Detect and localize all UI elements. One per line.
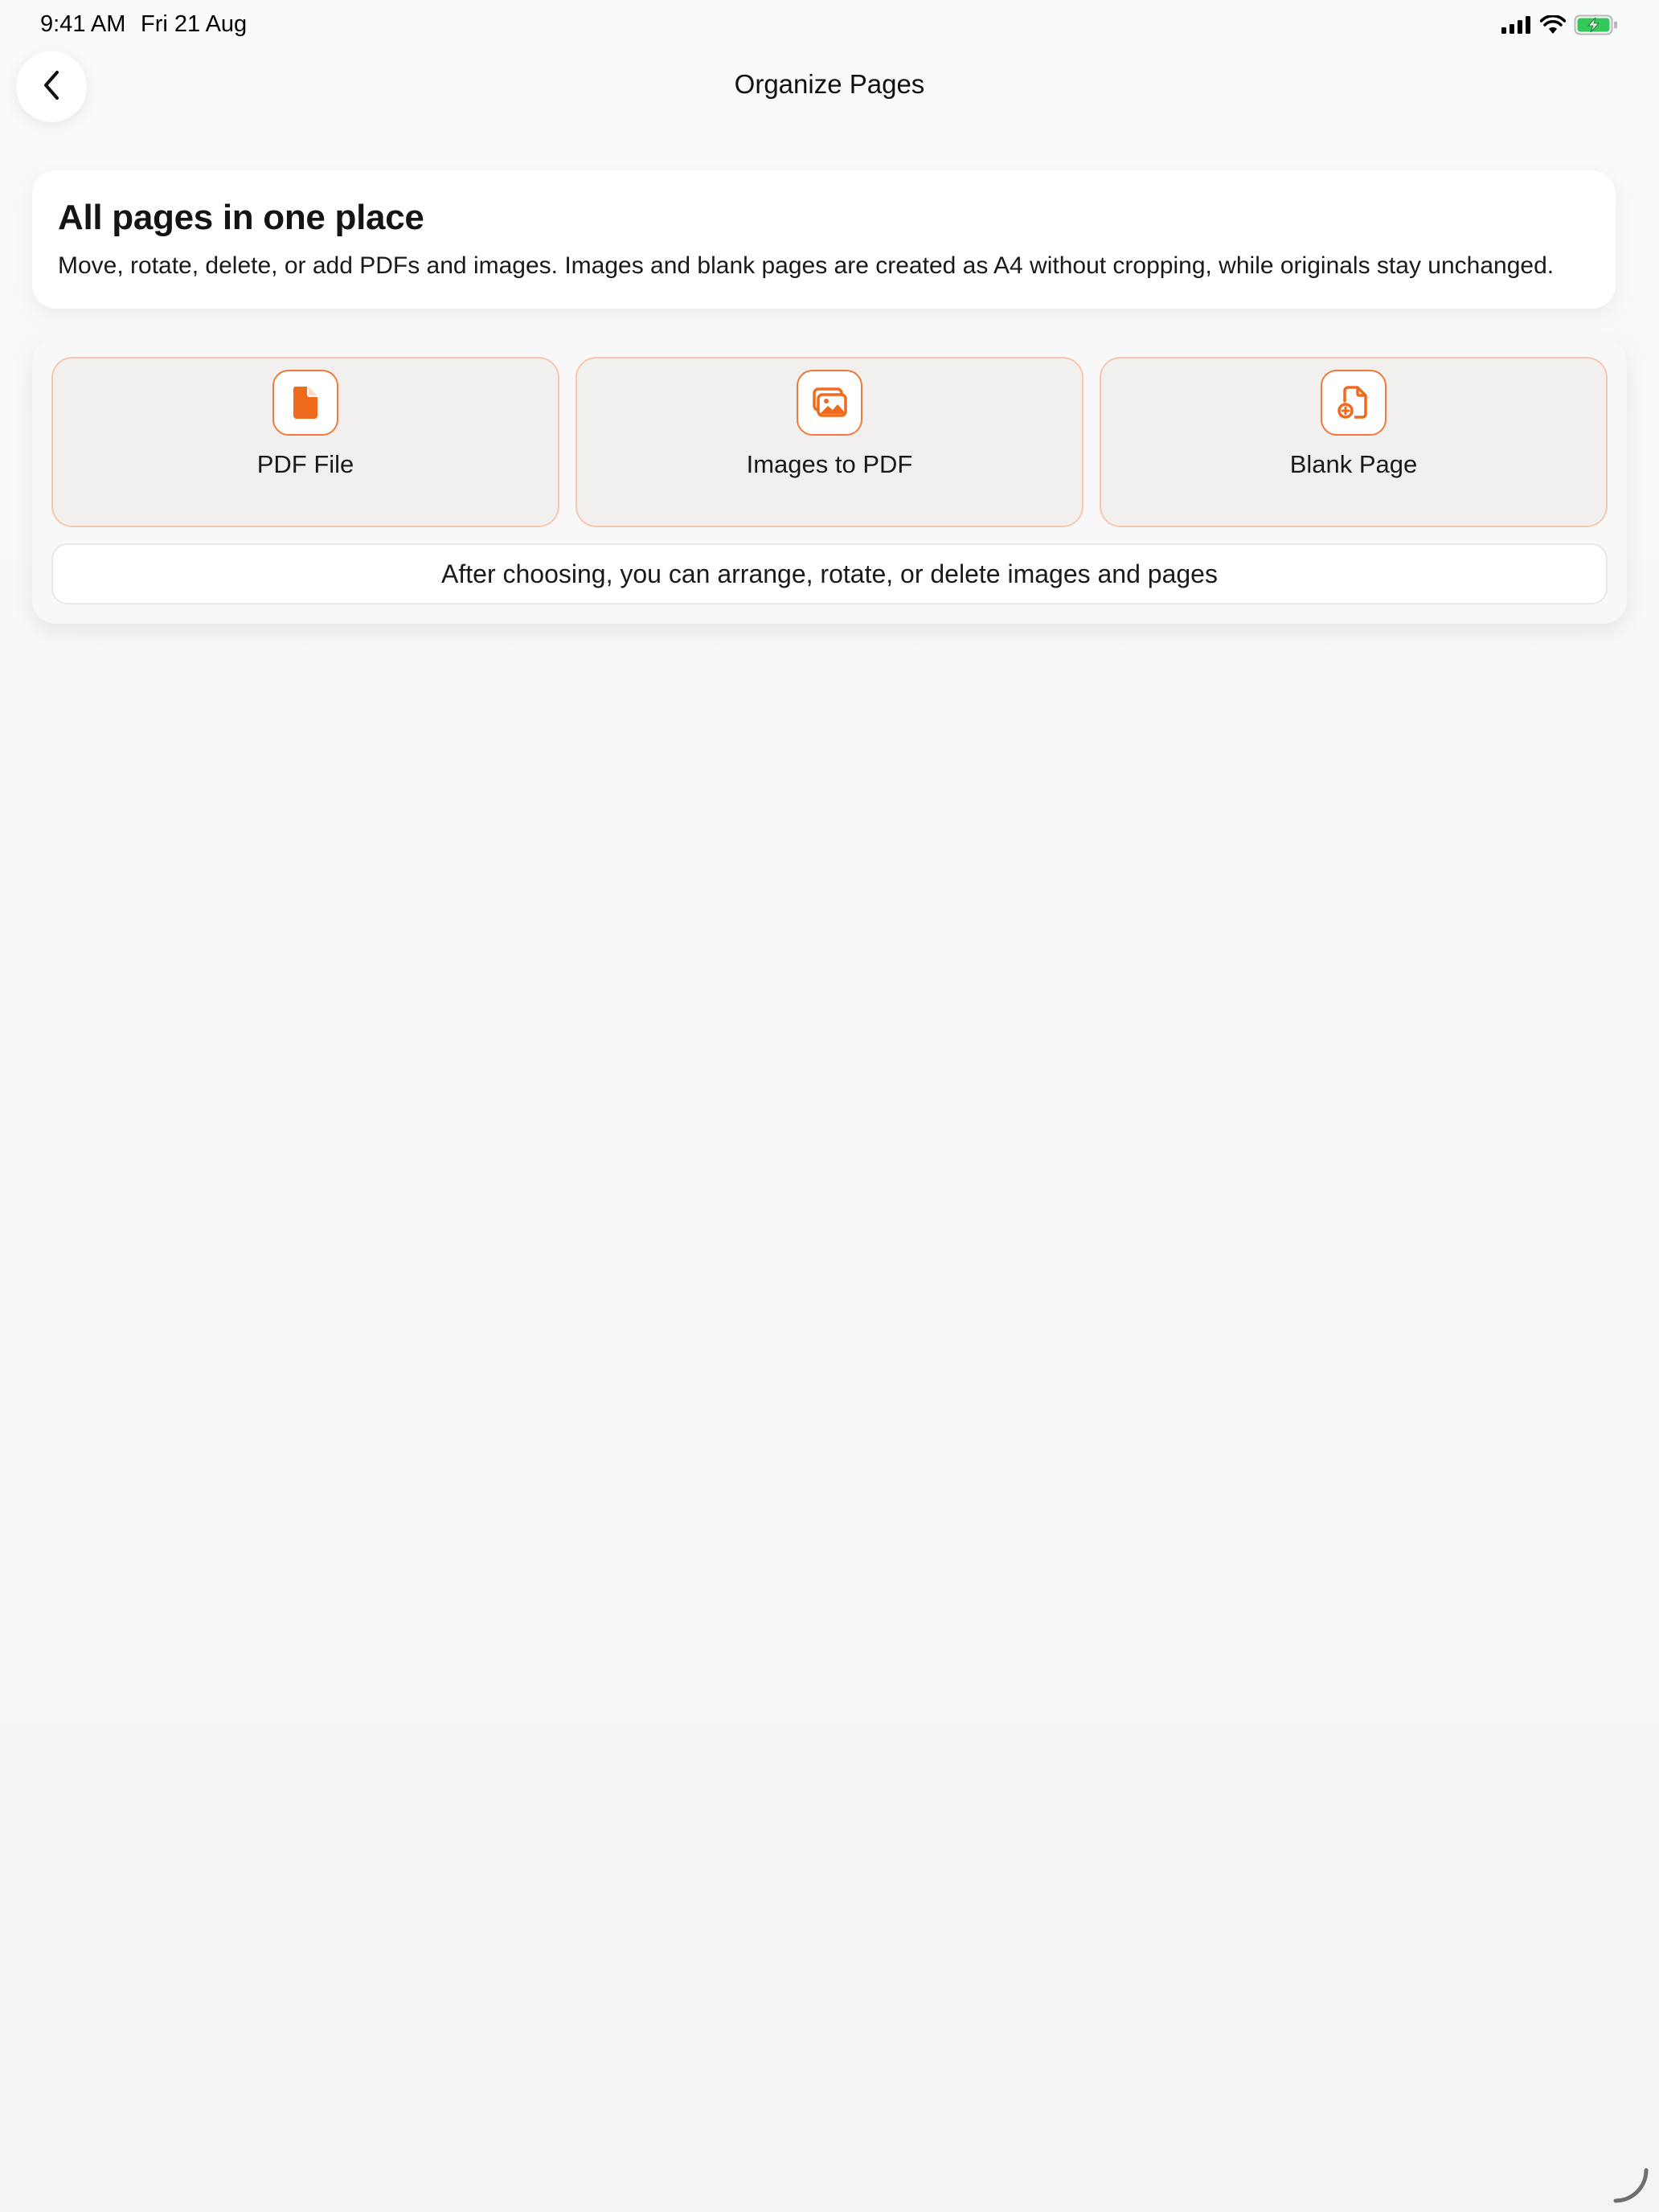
battery-charging-icon xyxy=(1574,14,1619,39)
blank-page-add-icon xyxy=(1321,370,1387,436)
images-to-pdf-button[interactable]: Images to PDF xyxy=(576,357,1083,527)
hint-bar: After choosing, you can arrange, rotate,… xyxy=(51,543,1608,604)
pdf-file-button[interactable]: PDF File xyxy=(51,357,559,527)
pdf-file-icon xyxy=(272,370,338,436)
intro-title: All pages in one place xyxy=(58,198,424,237)
status-icons xyxy=(1501,14,1619,39)
hint-text: After choosing, you can arrange, rotate,… xyxy=(441,559,1218,588)
option-label-blank-page: Blank Page xyxy=(1289,450,1418,478)
wifi-icon xyxy=(1539,14,1567,39)
option-label-pdf-file: PDF File xyxy=(256,450,354,478)
page-title: Organize Pages xyxy=(734,69,925,99)
status-date: Fri 21 Aug xyxy=(141,11,248,37)
signal-icon xyxy=(1501,16,1532,38)
status-bar: 9:41 AM Fri 21 Aug xyxy=(0,0,1659,51)
intro-card: All pages in one place Move, rotate, del… xyxy=(32,170,1616,309)
images-icon xyxy=(797,370,862,436)
blank-page-button[interactable]: Blank Page xyxy=(1100,357,1608,527)
add-options-panel: PDF File Images to PDF Blank Page After … xyxy=(32,338,1627,624)
corner-resize-handle[interactable] xyxy=(1611,2165,1651,2206)
intro-description: Move, rotate, delete, or add PDFs and im… xyxy=(58,252,1555,279)
option-label-images-to-pdf: Images to PDF xyxy=(746,450,913,478)
status-time: 9:41 AM xyxy=(40,11,126,37)
